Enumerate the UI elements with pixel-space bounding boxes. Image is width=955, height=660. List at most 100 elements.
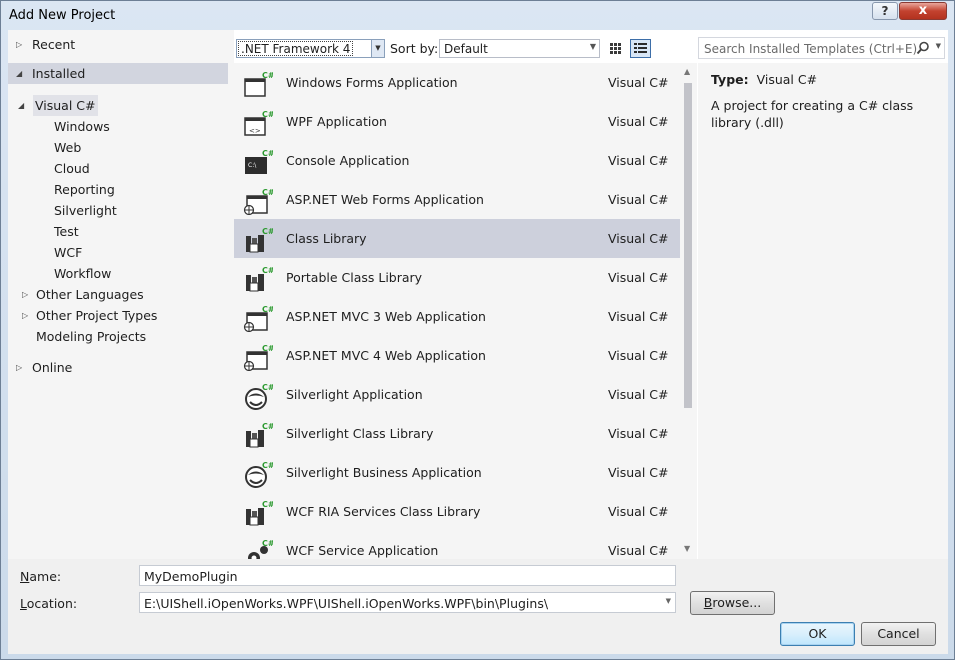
expand-arrow-icon[interactable]: ▷ <box>22 284 34 305</box>
template-item[interactable]: C# Portable Class Library Visual C# <box>234 258 680 297</box>
sort-select[interactable]: Default ▼ <box>439 39 600 58</box>
location-field[interactable]: E:\UIShell.iOpenWorks.WPF\UIShell.iOpenW… <box>139 592 676 613</box>
template-item[interactable]: C# Silverlight Business Application Visual… <box>234 453 680 492</box>
mvc-icon: C# <box>243 304 275 333</box>
project-form: Name: MyDemoPlugin Location: E:\UIShell.… <box>8 559 948 654</box>
class-library-icon: C# <box>243 226 275 254</box>
small-icons-view-button[interactable] <box>605 39 626 58</box>
template-item[interactable]: C# Class Library Visual C# <box>234 219 680 258</box>
svg-text:C#: C# <box>262 227 273 236</box>
svg-text:C:\: C:\ <box>248 162 257 169</box>
console-icon: C# C:\ <box>243 148 275 176</box>
tree-item-visual-csharp[interactable]: ◢ Visual C# <box>16 95 216 116</box>
tree-item-test[interactable]: Test <box>54 221 79 242</box>
template-name: Silverlight Class Library <box>286 426 434 441</box>
name-label: Name: <box>20 569 62 584</box>
tree-item-reporting[interactable]: Reporting <box>54 179 115 200</box>
scrollbar-thumb[interactable] <box>684 83 692 408</box>
cancel-button[interactable]: Cancel <box>861 622 936 646</box>
template-item[interactable]: C# WCF Service Application Visual C# <box>234 531 680 559</box>
tree-item-installed[interactable]: ◢ Installed <box>8 63 228 84</box>
template-item[interactable]: C#<> WPF Application Visual C# <box>234 102 680 141</box>
template-language: Visual C# <box>608 465 669 480</box>
tree-item-web[interactable]: Web <box>54 137 81 158</box>
template-item[interactable]: C# ASP.NET Web Forms Application Visual C# <box>234 180 680 219</box>
template-item[interactable]: C# Windows Forms Application Visual C# <box>234 63 680 102</box>
template-name: ASP.NET Web Forms Application <box>286 192 484 207</box>
framework-select[interactable]: .NET Framework 4 ▼ <box>236 39 385 58</box>
search-input[interactable]: Search Installed Templates (Ctrl+E) <box>704 42 917 56</box>
template-name: WCF RIA Services Class Library <box>286 504 481 519</box>
template-item[interactable]: C# ASP.NET MVC 3 Web Application Visual C# <box>234 297 680 336</box>
silverlight-icon: C# <box>243 382 275 410</box>
name-field[interactable]: MyDemoPlugin <box>139 565 676 586</box>
chevron-down-icon[interactable]: ▼ <box>936 42 941 50</box>
template-search-box[interactable]: Search Installed Templates (Ctrl+E) ▼ <box>698 37 945 59</box>
location-label: Location: <box>20 596 78 611</box>
svg-text:C#: C# <box>262 266 273 275</box>
wpf-icon: C#<> <box>243 109 275 137</box>
ok-button[interactable]: OK <box>780 622 855 646</box>
template-name: Class Library <box>286 231 367 246</box>
tree-item-other-languages[interactable]: ▷ Other Languages <box>22 284 212 305</box>
template-language: Visual C# <box>608 153 669 168</box>
silverlight-icon: C# <box>243 460 275 488</box>
expand-arrow-icon[interactable]: ▷ <box>16 34 28 55</box>
scroll-up-icon[interactable]: ▲ <box>684 67 690 76</box>
chevron-down-icon[interactable]: ▼ <box>590 42 596 51</box>
template-item[interactable]: C# C:\ Console Application Visual C# <box>234 141 680 180</box>
template-description: A project for creating a C# class librar… <box>711 98 914 130</box>
template-language: Visual C# <box>608 348 669 363</box>
browse-button[interactable]: Browse... <box>690 591 775 615</box>
list-view-button[interactable] <box>630 39 651 58</box>
wcf-service-icon: C# <box>243 538 275 559</box>
template-list-scrollbar[interactable]: ▲ ▼ <box>680 63 697 559</box>
chevron-down-icon[interactable]: ▼ <box>666 597 671 605</box>
search-icon[interactable] <box>916 41 930 55</box>
collapse-arrow-icon[interactable]: ◢ <box>18 95 30 116</box>
chevron-down-icon[interactable]: ▼ <box>371 40 384 57</box>
collapse-arrow-icon[interactable]: ◢ <box>16 63 28 84</box>
template-name: Silverlight Application <box>286 387 423 402</box>
scroll-down-icon[interactable]: ▼ <box>684 544 690 553</box>
ria-library-icon: C# <box>243 499 275 527</box>
template-language: Visual C# <box>608 543 669 558</box>
template-item[interactable]: C# Silverlight Class Library Visual C# <box>234 414 680 453</box>
tree-item-windows[interactable]: Windows <box>54 116 110 137</box>
grid-icon <box>610 43 621 54</box>
template-name: Silverlight Business Application <box>286 465 482 480</box>
tree-item-cloud[interactable]: Cloud <box>54 158 90 179</box>
template-item[interactable]: C# Silverlight Application Visual C# <box>234 375 680 414</box>
template-language: Visual C# <box>608 270 669 285</box>
template-name: ASP.NET MVC 3 Web Application <box>286 309 486 324</box>
template-item[interactable]: C# ASP.NET MVC 4 Web Application Visual C# <box>234 336 680 375</box>
template-type: Type: Visual C# <box>711 72 818 87</box>
silverlight-library-icon: C# <box>243 421 275 449</box>
template-language: Visual C# <box>608 504 669 519</box>
tree-item-silverlight[interactable]: Silverlight <box>54 200 117 221</box>
close-button[interactable]: x <box>899 2 947 20</box>
web-forms-icon: C# <box>243 187 275 216</box>
list-icon <box>634 43 647 53</box>
expand-arrow-icon[interactable]: ▷ <box>16 357 28 378</box>
mvc-icon: C# <box>243 343 275 372</box>
expand-arrow-icon[interactable]: ▷ <box>22 305 34 326</box>
title-bar: Add New Project ? x <box>1 1 954 31</box>
template-name: WPF Application <box>286 114 387 129</box>
template-language: Visual C# <box>608 231 669 246</box>
tree-item-workflow[interactable]: Workflow <box>54 263 111 284</box>
svg-text:C#: C# <box>262 422 273 431</box>
template-name: Portable Class Library <box>286 270 423 285</box>
tree-item-modeling-projects[interactable]: Modeling Projects <box>36 326 146 347</box>
tree-item-wcf[interactable]: WCF <box>54 242 82 263</box>
svg-text:<>: <> <box>249 127 261 135</box>
tree-item-online[interactable]: ▷ Online <box>16 357 216 378</box>
template-name: Windows Forms Application <box>286 75 458 90</box>
help-button[interactable]: ? <box>872 2 898 20</box>
template-item[interactable]: C# WCF RIA Services Class Library Visual C… <box>234 492 680 531</box>
svg-text:C#: C# <box>262 149 273 158</box>
tree-item-recent[interactable]: ▷ Recent <box>16 34 226 55</box>
template-list[interactable]: C#Windows Forms ApplicationVisual C#C#<>… <box>234 63 680 559</box>
tree-item-other-project-types[interactable]: ▷ Other Project Types <box>22 305 212 326</box>
template-language: Visual C# <box>608 75 669 90</box>
